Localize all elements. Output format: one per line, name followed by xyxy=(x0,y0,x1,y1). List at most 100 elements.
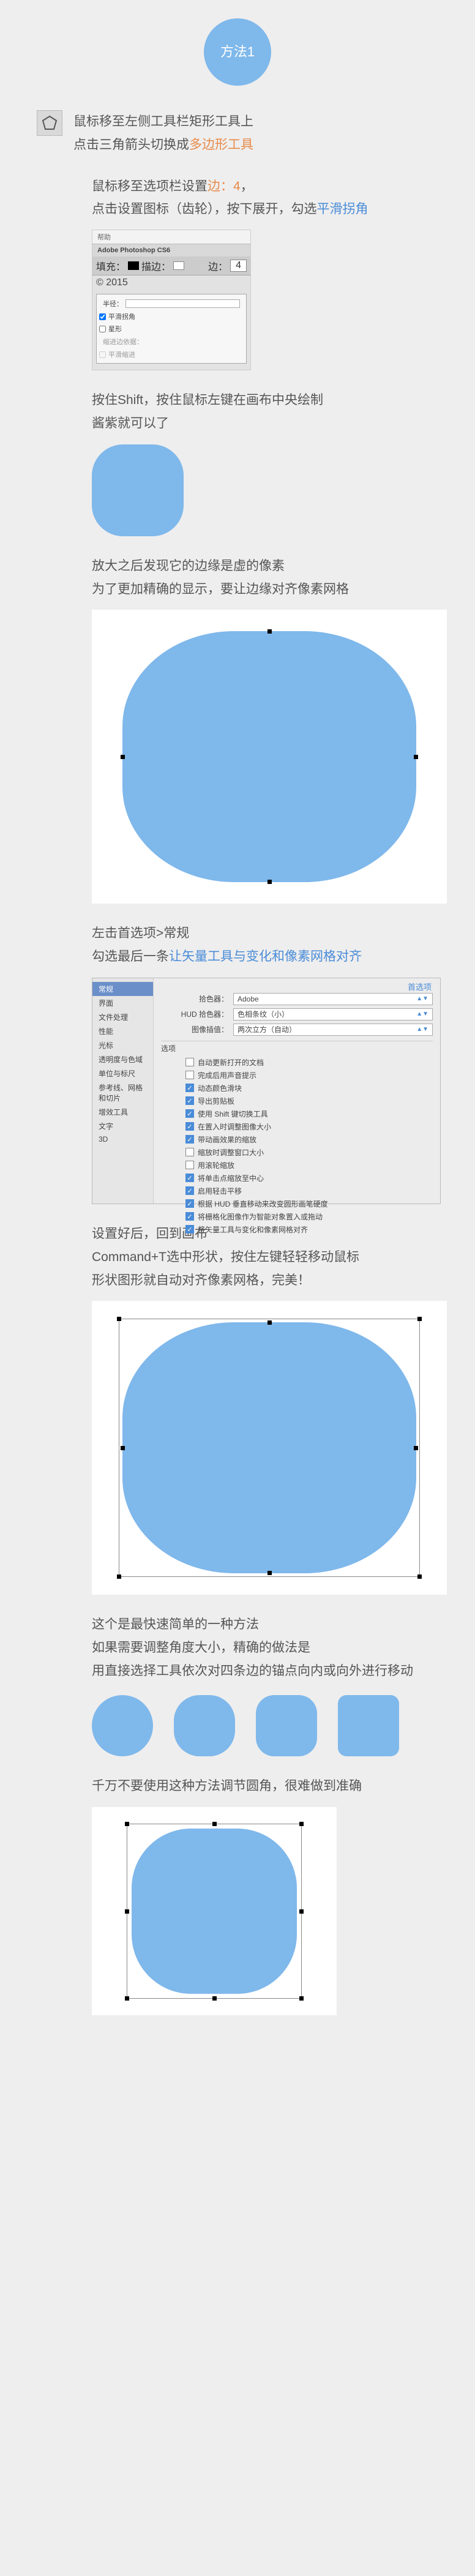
prefs-sidebar-item[interactable]: 透明度与色域 xyxy=(92,1052,153,1066)
highlight-sides-4: 边：4 xyxy=(208,179,241,193)
hud-picker-select[interactable]: 色相条纹（小）▲▼ xyxy=(233,1008,433,1020)
prefs-option-row: ✓ 根据 HUD 垂直移动来改变圆形画笔硬度 xyxy=(185,1199,433,1209)
aligned-shape xyxy=(122,1322,416,1573)
step4-line-2: 为了更加精确的显示，要让边缘对齐像素网格 xyxy=(92,578,432,601)
prefs-sidebar-item[interactable]: 性能 xyxy=(92,1024,153,1038)
step8-line-1: 千万不要使用这种方法调节圆角，很难做到准确 xyxy=(92,1775,432,1798)
step3-line-1: 按住Shift，按住鼠标左键在画布中央绘制 xyxy=(92,389,432,412)
anchor-left xyxy=(121,755,125,759)
method-badge: 方法1 xyxy=(204,18,271,86)
final-shape-canvas xyxy=(92,1807,337,2015)
star-checkbox[interactable] xyxy=(99,326,106,332)
prefs-checkbox[interactable]: ✓ xyxy=(185,1084,194,1092)
prefs-option-label: 缩放时调整窗口大小 xyxy=(198,1147,264,1158)
step5-line-1: 左击首选项>常规 xyxy=(92,922,432,945)
prefs-sidebar-item[interactable]: 单位与标尺 xyxy=(92,1066,153,1080)
prefs-sidebar-item[interactable]: 常规 xyxy=(92,982,153,996)
anchor-top xyxy=(267,629,272,634)
prefs-option-label: 完成后用声音提示 xyxy=(198,1070,256,1080)
step4-line-1: 放大之后发现它的边缘是虚的像素 xyxy=(92,555,432,578)
chevron-updown-icon: ▲▼ xyxy=(416,996,428,1002)
intro-line-1: 鼠标移至左侧工具栏矩形工具上 xyxy=(73,110,253,133)
highlight-polygon-tool: 多边形工具 xyxy=(189,138,253,152)
prefs-option-row: 完成后用声音提示 xyxy=(185,1070,433,1080)
prefs-option-row: 用滚轮缩放 xyxy=(185,1160,433,1170)
prefs-option-label: 将栅格化图像作为智能对象置入或拖动 xyxy=(198,1211,323,1222)
prefs-option-label: 启用轻击平移 xyxy=(198,1186,242,1196)
prefs-sidebar-item[interactable]: 文字 xyxy=(92,1119,153,1133)
prefs-sidebar-item[interactable]: 界面 xyxy=(92,996,153,1010)
prefs-checkbox[interactable]: ✓ xyxy=(185,1135,194,1144)
prefs-option-row: ✓ 启用轻击平移 xyxy=(185,1186,433,1196)
prefs-option-label: 将单击点缩放至中心 xyxy=(198,1173,264,1183)
step2-line-1: 鼠标移至选项栏设置边：4， xyxy=(92,175,432,198)
prefs-checkbox[interactable]: ✓ xyxy=(185,1174,194,1182)
prefs-option-row: 自动更新打开的文档 xyxy=(185,1057,433,1068)
rounded-shape-small xyxy=(92,444,184,536)
prefs-option-row: ✓ 将单击点缩放至中心 xyxy=(185,1173,433,1183)
prefs-option-label: 带动画效果的缩放 xyxy=(198,1134,256,1145)
prefs-option-label: 根据 HUD 垂直移动来改变圆形画笔硬度 xyxy=(198,1199,328,1209)
prefs-sidebar-item[interactable]: 增效工具 xyxy=(92,1105,153,1119)
step3-line-2: 酱紫就可以了 xyxy=(92,412,432,435)
prefs-checkbox[interactable]: ✓ xyxy=(185,1096,194,1105)
color-picker-select[interactable]: Adobe▲▼ xyxy=(233,993,433,1005)
interp-select[interactable]: 两次立方（自动）▲▼ xyxy=(233,1024,433,1036)
chevron-updown-icon: ▲▼ xyxy=(416,1027,428,1033)
shape-variations-row xyxy=(92,1695,432,1756)
step5-line-2: 勾选最后一条让矢量工具与变化和像素网格对齐 xyxy=(92,945,432,968)
prefs-option-label: 导出剪贴板 xyxy=(198,1096,234,1106)
prefs-checkbox[interactable]: ✓ xyxy=(185,1109,194,1118)
prefs-option-row: ✓ 带动画效果的缩放 xyxy=(185,1134,433,1145)
anchor-right xyxy=(414,755,418,759)
step7-line-2: 如果需要调整角度大小，精确的做法是 xyxy=(92,1636,432,1660)
prefs-sidebar: 常规界面文件处理性能光标透明度与色域单位与标尺参考线、网格和切片增效工具文字3D xyxy=(92,978,154,1204)
polygon-tool-icon xyxy=(37,110,62,136)
prefs-option-label: 自动更新打开的文档 xyxy=(198,1057,264,1068)
prefs-option-label: 动态颜色滑块 xyxy=(198,1083,242,1093)
prefs-checkbox[interactable] xyxy=(185,1148,194,1156)
prefs-option-row: 缩放时调整窗口大小 xyxy=(185,1147,433,1158)
highlight-smooth-corner: 平滑拐角 xyxy=(317,202,368,216)
prefs-checkbox[interactable]: ✓ xyxy=(185,1199,194,1208)
prefs-option-label: 使用 Shift 键切换工具 xyxy=(198,1109,268,1119)
shape-variation-3 xyxy=(256,1695,317,1756)
transform-bbox xyxy=(119,1319,420,1577)
intro-line-2: 点击三角箭头切换成多边形工具 xyxy=(73,133,253,157)
zoomed-shape xyxy=(122,631,416,882)
highlight-snap-pref: 让矢量工具与变化和像素网格对齐 xyxy=(169,949,362,964)
aligned-shape-canvas xyxy=(92,1301,447,1595)
step2-line-2: 点击设置图标（齿轮），按下展开，勾选平滑拐角 xyxy=(92,198,432,221)
prefs-checkbox[interactable] xyxy=(185,1071,194,1079)
ps-options-screenshot: 帮助 Adobe Photoshop CS6 填充： 描边： 边： 4 © 20… xyxy=(92,230,251,370)
shape-variation-2 xyxy=(174,1695,235,1756)
step6-line-2: Command+T选中形状，按住左键轻轻移动鼠标 xyxy=(92,1246,432,1269)
prefs-option-label: 在置入时调整图像大小 xyxy=(198,1121,271,1132)
anchor-bottom xyxy=(267,880,272,884)
prefs-checkbox[interactable] xyxy=(185,1058,194,1066)
prefs-sidebar-item[interactable]: 3D xyxy=(92,1133,153,1145)
prefs-checkbox[interactable]: ✓ xyxy=(185,1225,194,1234)
final-shape xyxy=(132,1829,297,1994)
prefs-option-row: ✓ 导出剪贴板 xyxy=(185,1096,433,1106)
prefs-checkbox[interactable]: ✓ xyxy=(185,1212,194,1221)
shape-variation-1 xyxy=(92,1695,153,1756)
preferences-dialog: 首选项 常规界面文件处理性能光标透明度与色域单位与标尺参考线、网格和切片增效工具… xyxy=(92,978,441,1204)
smooth-corner-checkbox[interactable] xyxy=(99,313,106,320)
prefs-sidebar-item[interactable]: 参考线、网格和切片 xyxy=(92,1080,153,1105)
transform-bbox xyxy=(127,1824,302,1999)
step7-line-1: 这个是最快速简单的一种方法 xyxy=(92,1613,432,1636)
chevron-updown-icon: ▲▼ xyxy=(416,1011,428,1017)
prefs-checkbox[interactable]: ✓ xyxy=(185,1122,194,1131)
prefs-option-row: ✓ 将栅格化图像作为智能对象置入或拖动 xyxy=(185,1211,433,1222)
shape-variation-4 xyxy=(338,1695,399,1756)
prefs-checkbox[interactable] xyxy=(185,1161,194,1169)
prefs-option-row: ✓ 在置入时调整图像大小 xyxy=(185,1121,433,1132)
prefs-checkbox[interactable]: ✓ xyxy=(185,1186,194,1195)
prefs-sidebar-item[interactable]: 光标 xyxy=(92,1038,153,1052)
zoomed-shape-canvas xyxy=(92,610,447,904)
step7-line-3: 用直接选择工具依次对四条边的锚点向内或向外进行移动 xyxy=(92,1660,432,1683)
prefs-sidebar-item[interactable]: 文件处理 xyxy=(92,1010,153,1024)
prefs-option-label: 将矢量工具与变化和像素网格对齐 xyxy=(198,1224,308,1235)
prefs-option-label: 用滚轮缩放 xyxy=(198,1160,234,1170)
